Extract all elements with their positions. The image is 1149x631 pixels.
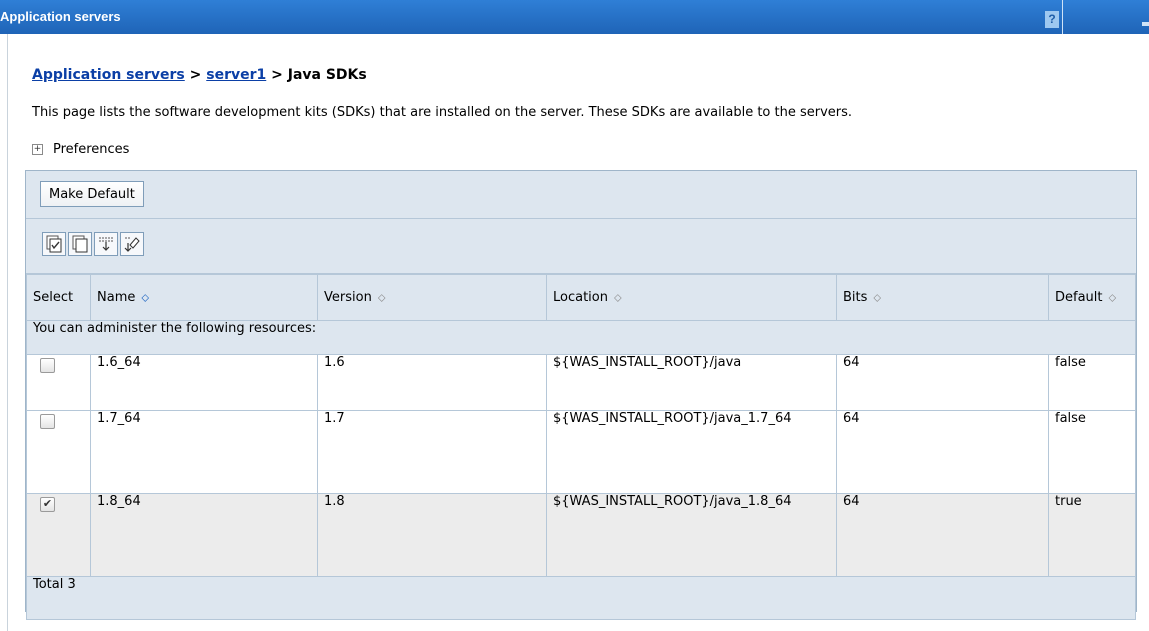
button-bar: Make Default	[26, 171, 1136, 219]
row-checkbox[interactable]: ✔	[40, 497, 55, 512]
name-cell: 1.8_64	[90, 493, 318, 577]
minimize-icon[interactable]	[1142, 22, 1149, 26]
breadcrumb-separator: >	[266, 67, 288, 83]
bits-cell: 64	[836, 354, 1049, 411]
location-cell: ${WAS_INSTALL_ROOT}/java_1.7_64	[546, 410, 837, 494]
total-label: Total 3	[26, 576, 1136, 620]
select-cell	[26, 354, 91, 411]
help-icon[interactable]: ?	[1045, 11, 1059, 28]
location-cell: ${WAS_INSTALL_ROOT}/java_1.8_64	[546, 493, 837, 577]
clear-filter-icon[interactable]	[120, 232, 144, 256]
column-header-bits[interactable]: Bits ⬦	[836, 274, 1049, 321]
sdk-collection-panel: Make Default Select Name ⬦ Version ⬦ Locat…	[25, 170, 1137, 620]
deselect-all-icon[interactable]	[68, 232, 92, 256]
version-cell: 1.7	[317, 410, 547, 494]
icon-toolbar	[26, 219, 1136, 274]
column-header-location[interactable]: Location ⬦	[546, 274, 837, 321]
default-cell: true	[1048, 493, 1136, 577]
sort-icon[interactable]: ⬦	[873, 291, 881, 304]
location-cell: ${WAS_INSTALL_ROOT}/java	[546, 354, 837, 411]
sort-icon[interactable]: ⬦	[614, 291, 622, 304]
column-header-default[interactable]: Default ⬦	[1048, 274, 1136, 321]
section-header-row: You can administer the following resourc…	[26, 320, 1136, 355]
bits-cell: 64	[836, 410, 1049, 494]
table-row: ✔ 1.8_64 1.8 ${WAS_INSTALL_ROOT}/java_1.…	[26, 493, 1136, 577]
select-cell: ✔	[26, 493, 91, 577]
breadcrumb-separator: >	[184, 67, 207, 83]
preferences-toggle[interactable]: + Preferences	[32, 142, 129, 157]
table-row: 1.7_64 1.7 ${WAS_INSTALL_ROOT}/java_1.7_…	[26, 410, 1136, 494]
content-border	[7, 34, 8, 631]
total-row: Total 3	[26, 576, 1136, 620]
version-cell: 1.8	[317, 493, 547, 577]
preferences-label[interactable]: Preferences	[53, 142, 129, 157]
show-filter-icon[interactable]	[94, 232, 118, 256]
window-title: Application servers	[0, 9, 121, 24]
version-cell: 1.6	[317, 354, 547, 411]
section-label: You can administer the following resourc…	[26, 320, 1136, 355]
name-cell: 1.6_64	[90, 354, 318, 411]
column-header-select: Select	[26, 274, 91, 321]
row-checkbox[interactable]	[40, 414, 55, 429]
title-divider	[1062, 0, 1063, 34]
sort-ascending-icon[interactable]: ⬦	[141, 291, 149, 304]
title-bar: Application servers ?	[0, 0, 1149, 34]
sort-icon[interactable]: ⬦	[1109, 291, 1117, 304]
table-header-row: Select Name ⬦ Version ⬦ Location ⬦ Bits ⬦ De…	[26, 274, 1136, 321]
breadcrumb-current: Java SDKs	[287, 67, 367, 83]
table-row: 1.6_64 1.6 ${WAS_INSTALL_ROOT}/java 64 f…	[26, 354, 1136, 411]
select-all-icon[interactable]	[42, 232, 66, 256]
breadcrumb-application-servers-link[interactable]: Application servers	[32, 67, 185, 83]
default-cell: false	[1048, 354, 1136, 411]
breadcrumb-server1-link[interactable]: server1	[206, 67, 266, 83]
page-description: This page lists the software development…	[32, 105, 853, 120]
bits-cell: 64	[836, 493, 1049, 577]
column-header-version[interactable]: Version ⬦	[317, 274, 547, 321]
make-default-button[interactable]: Make Default	[40, 181, 144, 207]
name-cell: 1.7_64	[90, 410, 318, 494]
row-checkbox[interactable]	[40, 358, 55, 373]
breadcrumb: Application servers > server1 > Java SDK…	[32, 67, 367, 83]
sort-icon[interactable]: ⬦	[378, 291, 386, 304]
select-cell	[26, 410, 91, 494]
column-header-name[interactable]: Name ⬦	[90, 274, 318, 321]
sdk-table: Select Name ⬦ Version ⬦ Location ⬦ Bits ⬦ De…	[26, 274, 1136, 620]
default-cell: false	[1048, 410, 1136, 494]
expand-icon[interactable]: +	[32, 144, 43, 155]
